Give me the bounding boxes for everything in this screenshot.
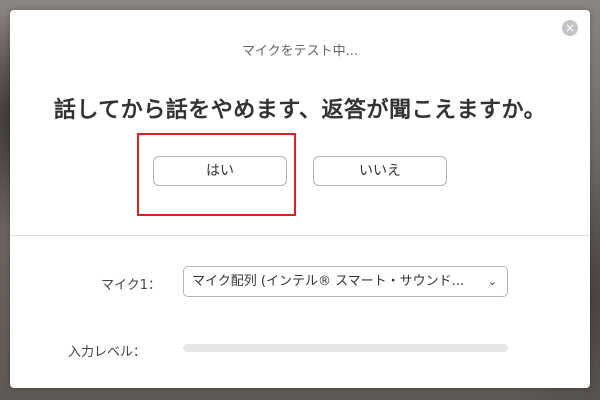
- prompt-question: 話してから話をやめます、返答が聞こえますか。: [53, 98, 547, 123]
- microphone-select[interactable]: マイク配列 (インテル® スマート・サウンド... ⌄: [183, 266, 508, 297]
- microphone-label: マイク1：: [101, 278, 162, 293]
- input-level-label: 入力レベル：: [68, 345, 147, 360]
- no-button[interactable]: いいえ: [313, 156, 447, 186]
- microphone-selected-value: マイク配列 (インテル® スマート・サウンド...: [192, 274, 465, 289]
- mic-test-dialog: × マイクをテスト中... 話してから話をやめます、返答が聞こえますか。 はい …: [10, 10, 590, 388]
- close-icon[interactable]: ×: [562, 20, 578, 36]
- divider: [10, 235, 590, 236]
- yes-button[interactable]: はい: [153, 156, 287, 186]
- chevron-down-icon: ⌄: [487, 275, 497, 288]
- dialog-title: マイクをテスト中...: [241, 44, 359, 59]
- input-level-meter: [183, 344, 508, 352]
